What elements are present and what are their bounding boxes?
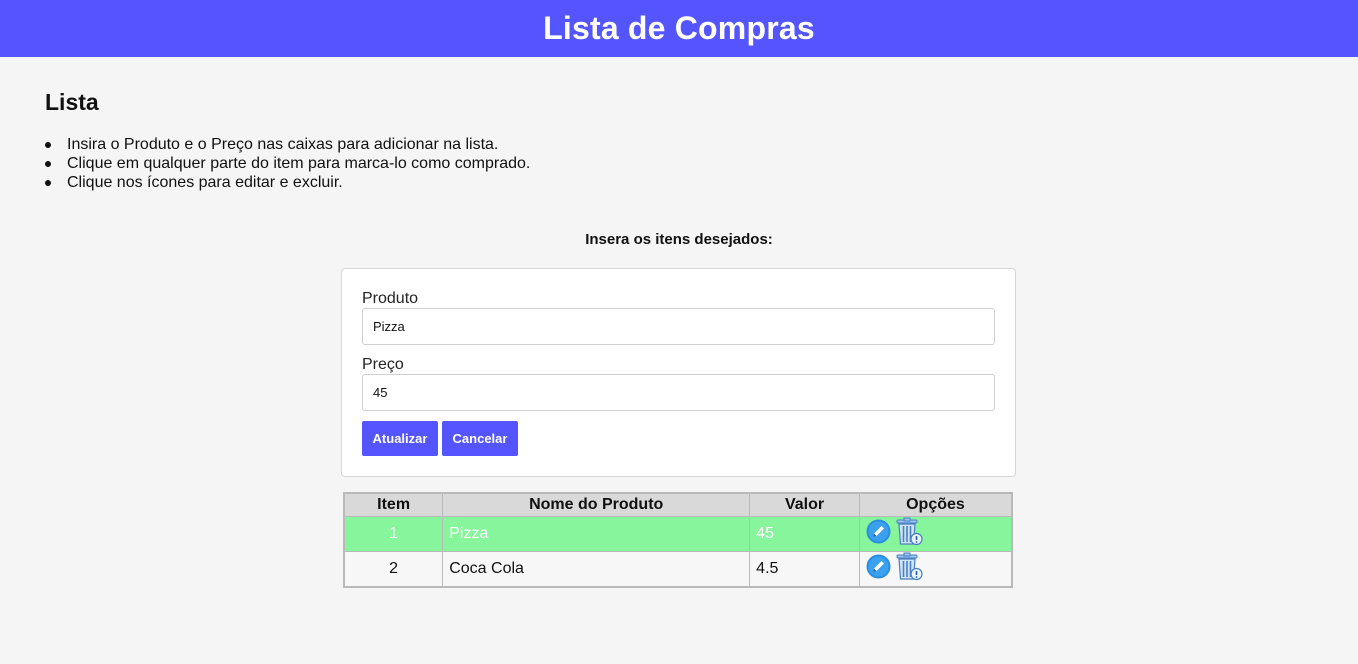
shopping-table: Item Nome do Produto Valor Opções 1 Pizz… [343, 492, 1013, 588]
price-input[interactable] [362, 374, 995, 411]
pencil-icon[interactable] [866, 554, 891, 584]
instruction-item: Clique nos ícones para editar e excluir. [45, 173, 530, 192]
row-item-number: 1 [343, 515, 444, 552]
product-label: Produto [362, 290, 419, 307]
column-header-options: Opções [858, 492, 1013, 517]
row-product-name: Coca Cola [442, 550, 751, 587]
column-header-value: Valor [749, 492, 860, 517]
row-product-value: 4.5 [749, 550, 860, 587]
row-product-name: Pizza [442, 515, 751, 552]
cancel-button[interactable]: Cancelar [442, 421, 518, 456]
row-product-value: 45 [749, 515, 860, 552]
instructions-list: Insira o Produto e o Preço nas caixas pa… [45, 135, 530, 192]
product-input[interactable] [362, 308, 995, 345]
column-header-item: Item [343, 492, 444, 517]
table-row[interactable]: 1 Pizza 45 [343, 515, 1013, 552]
table-header-row: Item Nome do Produto Valor Opções [343, 492, 1013, 517]
section-title: Lista [45, 89, 99, 115]
app-header: Lista de Compras [0, 0, 1358, 57]
trash-icon[interactable] [895, 517, 923, 551]
column-header-name: Nome do Produto [442, 492, 751, 517]
price-label: Preço [362, 356, 404, 373]
form-heading: Insera os itens desejados: [585, 231, 773, 248]
instruction-item: Clique em qualquer parte do item para ma… [45, 154, 530, 173]
row-item-number: 2 [343, 550, 444, 587]
table-row[interactable]: 2 Coca Cola 4.5 [343, 550, 1013, 587]
row-options [858, 515, 1013, 552]
item-form: Produto Preço Atualizar Cancelar [341, 268, 1016, 477]
pencil-icon[interactable] [866, 519, 891, 549]
trash-icon[interactable] [895, 552, 923, 586]
update-button[interactable]: Atualizar [362, 421, 438, 456]
row-options [858, 550, 1013, 587]
instruction-item: Insira o Produto e o Preço nas caixas pa… [45, 135, 530, 154]
app-title: Lista de Compras [543, 10, 815, 46]
